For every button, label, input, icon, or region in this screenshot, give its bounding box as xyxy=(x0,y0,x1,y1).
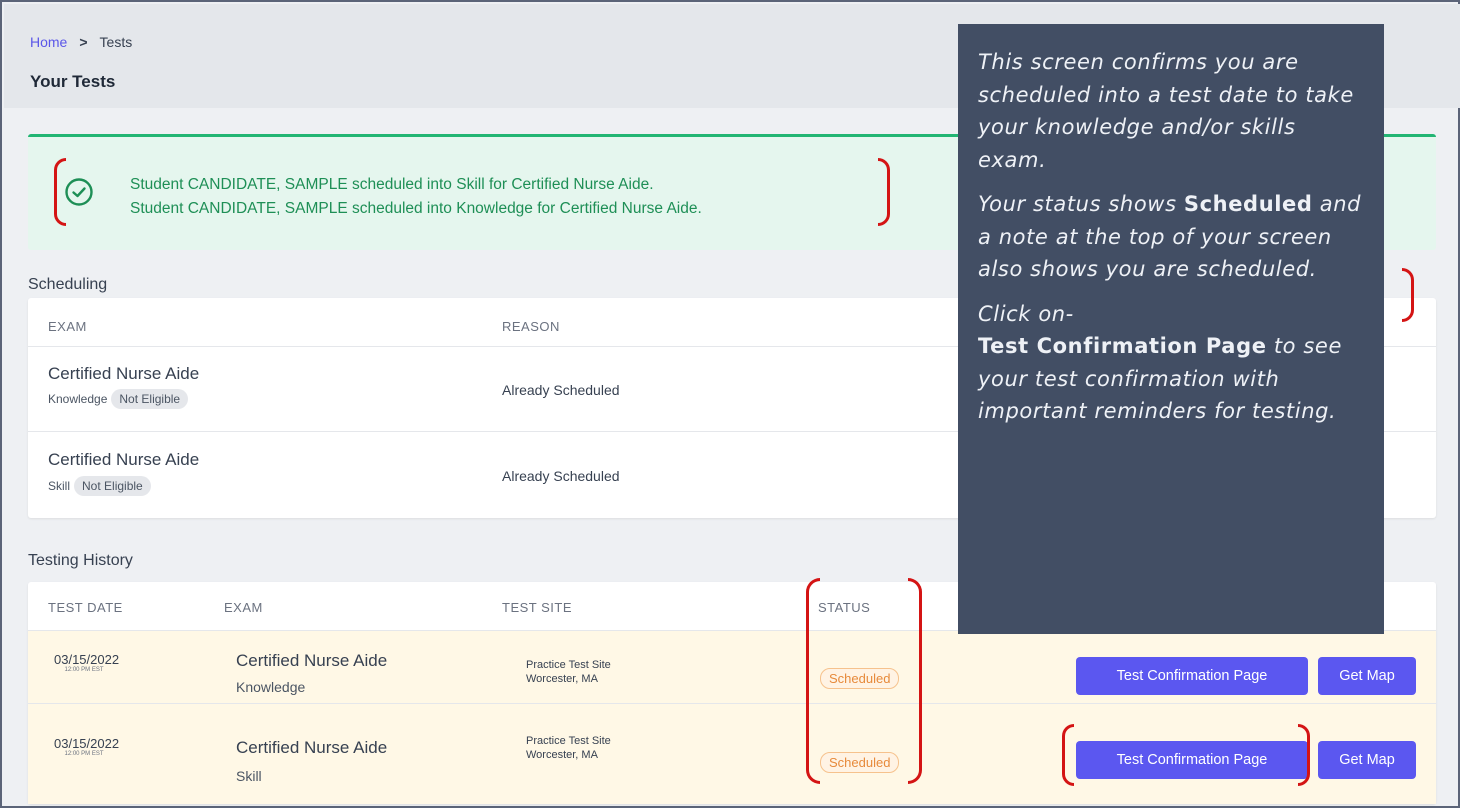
breadcrumb-current: Tests xyxy=(99,34,133,50)
exam-type: Skill xyxy=(236,768,262,784)
exam-name: Certified Nurse Aide xyxy=(236,651,388,670)
test-site-name: Practice Test Site xyxy=(526,735,611,747)
test-site: Practice Test Site Worcester, MA xyxy=(526,658,611,686)
callout-text: This screen confirms you are scheduled i… xyxy=(978,50,1354,172)
annotation-bracket-button-right xyxy=(1298,724,1310,786)
test-date-value: 03/15/2022 xyxy=(54,736,120,751)
exam-type: Knowledge xyxy=(236,679,306,695)
reason-text: Already Scheduled xyxy=(502,382,620,398)
column-header-test-site: TEST SITE xyxy=(502,600,572,615)
status-badge: Scheduled xyxy=(820,752,900,773)
get-map-button[interactable]: Get Map xyxy=(1318,657,1416,695)
breadcrumb: Home > Tests xyxy=(30,34,132,50)
reason-text: Already Scheduled xyxy=(502,468,620,484)
scheduling-title: Scheduling xyxy=(28,276,108,293)
callout-text: Click on- xyxy=(978,301,1074,326)
annotation-bracket-status-col-left xyxy=(806,578,820,784)
test-site-name: Practice Test Site xyxy=(526,659,611,671)
test-date: 03/15/2022 12:00 PM EST xyxy=(54,652,119,673)
alert-line-knowledge: Student CANDIDATE, SAMPLE scheduled into… xyxy=(130,200,702,217)
exam-type-label: Skill xyxy=(48,479,71,493)
instruction-callout: This screen confirms you are scheduled i… xyxy=(958,24,1384,634)
test-confirmation-page-button[interactable]: Test Confirmation Page xyxy=(1076,741,1308,779)
exam-type-label: Knowledge xyxy=(48,392,108,406)
callout-emphasis: Scheduled xyxy=(1183,192,1313,216)
exam-name: Certified Nurse Aide xyxy=(48,364,200,383)
annotation-bracket-button-left xyxy=(1062,724,1074,786)
test-time: 12:00 PM EST xyxy=(64,667,104,673)
exam-type: Skill Not Eligible xyxy=(48,476,151,496)
get-map-button[interactable]: Get Map xyxy=(1318,741,1416,779)
breadcrumb-separator: > xyxy=(79,34,88,50)
test-date: 03/15/2022 12:00 PM EST xyxy=(54,736,119,757)
exam-name: Certified Nurse Aide xyxy=(236,738,388,757)
eligibility-badge: Not Eligible xyxy=(111,389,189,409)
callout-paragraph-2: Your status shows Scheduled and a note a… xyxy=(978,188,1368,286)
eligibility-badge: Not Eligible xyxy=(74,476,151,496)
annotation-bracket-status-col-right xyxy=(908,578,922,784)
column-header-exam: EXAM xyxy=(224,600,263,615)
column-header-test-date: TEST DATE xyxy=(48,600,123,615)
callout-paragraph-3: Click on- Test Confirmation Page to see y… xyxy=(978,298,1368,428)
status-badge: Scheduled xyxy=(820,668,900,689)
column-header-exam: EXAM xyxy=(48,319,87,334)
testing-history-title: Testing History xyxy=(28,552,133,569)
breadcrumb-home-link[interactable]: Home xyxy=(30,34,67,50)
test-site: Practice Test Site Worcester, MA xyxy=(526,734,611,762)
column-header-reason: REASON xyxy=(502,319,560,334)
annotation-bracket-alert-right xyxy=(878,158,890,226)
check-circle-icon xyxy=(65,178,93,206)
test-time: 12:00 PM EST xyxy=(64,751,104,757)
annotation-bracket-status-right xyxy=(1402,268,1414,322)
page-title: Your Tests xyxy=(30,72,116,91)
alert-message: Student CANDIDATE, SAMPLE scheduled into… xyxy=(130,173,702,221)
alert-line-skill: Student CANDIDATE, SAMPLE scheduled into… xyxy=(130,176,654,193)
exam-name: Certified Nurse Aide xyxy=(48,450,200,469)
table-row: 03/15/2022 12:00 PM EST Certified Nurse … xyxy=(28,704,1436,804)
callout-paragraph-1: This screen confirms you are scheduled i… xyxy=(978,46,1368,176)
callout-text: Your status shows xyxy=(978,192,1184,216)
test-site-city: Worcester, MA xyxy=(526,749,598,761)
test-confirmation-page-button[interactable]: Test Confirmation Page xyxy=(1076,657,1308,695)
test-site-city: Worcester, MA xyxy=(526,673,598,685)
column-header-status: STATUS xyxy=(818,600,871,615)
callout-emphasis: Test Confirmation Page xyxy=(978,334,1267,358)
exam-type: Knowledge Not Eligible xyxy=(48,389,189,409)
test-date-value: 03/15/2022 xyxy=(54,652,120,667)
annotation-bracket-alert-left xyxy=(54,158,66,226)
table-row: 03/15/2022 12:00 PM EST Certified Nurse … xyxy=(28,631,1436,703)
